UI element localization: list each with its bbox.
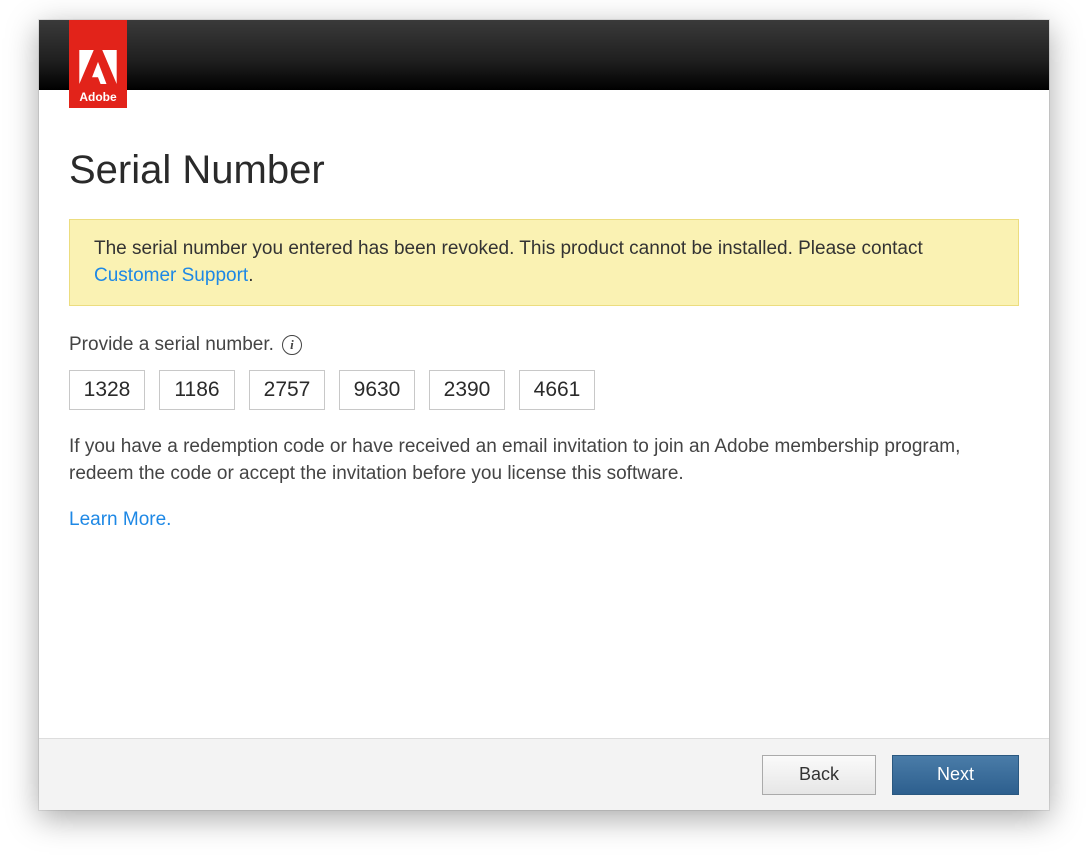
installer-window: Adobe Serial Number The serial number yo… <box>39 20 1049 810</box>
serial-field-2[interactable] <box>159 370 235 410</box>
warning-text-suffix: . <box>248 265 253 286</box>
footer-bar: Back Next <box>39 738 1049 810</box>
serial-field-1[interactable] <box>69 370 145 410</box>
customer-support-link[interactable]: Customer Support <box>94 265 248 286</box>
serial-field-4[interactable] <box>339 370 415 410</box>
info-icon[interactable]: i <box>282 335 302 355</box>
serial-field-5[interactable] <box>429 370 505 410</box>
content-area: Serial Number The serial number you ente… <box>39 90 1049 738</box>
serial-field-3[interactable] <box>249 370 325 410</box>
serial-label: Provide a serial number. <box>69 334 274 356</box>
learn-more-link[interactable]: Learn More. <box>69 509 1019 531</box>
back-button[interactable]: Back <box>762 755 876 795</box>
serial-label-row: Provide a serial number. i <box>69 334 1019 356</box>
next-button[interactable]: Next <box>892 755 1019 795</box>
adobe-logo: Adobe <box>69 20 127 108</box>
serial-input-group <box>69 370 1019 410</box>
redemption-help-text: If you have a redemption code or have re… <box>69 434 1019 487</box>
title-bar: Adobe <box>39 20 1049 90</box>
page-title: Serial Number <box>69 148 1019 193</box>
adobe-logo-text: Adobe <box>79 90 116 104</box>
adobe-logo-icon <box>79 50 117 84</box>
warning-banner: The serial number you entered has been r… <box>69 219 1019 306</box>
serial-field-6[interactable] <box>519 370 595 410</box>
warning-text-prefix: The serial number you entered has been r… <box>94 238 923 259</box>
